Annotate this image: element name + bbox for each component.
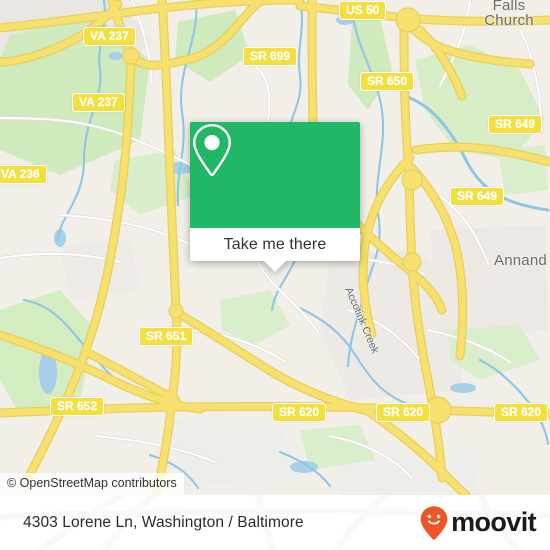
route-shield-sr-699: SR 699 xyxy=(243,47,298,66)
footer-address: 4303 Lorene Ln, Washington / Baltimore xyxy=(23,513,304,531)
route-shield-sr-650: SR 650 xyxy=(360,72,415,91)
popup-tail xyxy=(264,261,286,272)
take-me-there-button[interactable]: Take me there xyxy=(190,228,360,272)
moovit-wordmark: moovit xyxy=(451,507,537,537)
take-me-there-label: Take me there xyxy=(223,235,327,253)
map-attribution[interactable]: © OpenStreetMap contributors xyxy=(0,473,184,495)
route-shield-sr-651: SR 651 xyxy=(139,327,194,346)
place-label-falls-church: Falls Church xyxy=(484,0,534,29)
route-shield-va-237-south: VA 237 xyxy=(72,93,125,112)
map-canvas[interactable]: .mj{stroke:#f7e06e;stroke-linecap:round;… xyxy=(0,0,550,495)
moovit-logo[interactable]: moovit xyxy=(419,495,537,550)
location-pin-icon xyxy=(192,123,232,176)
moovit-map-screenshot: .mj{stroke:#f7e06e;stroke-linecap:round;… xyxy=(0,0,550,550)
route-shield-sr-620-center: SR 620 xyxy=(376,403,431,422)
route-shield-va-237-north: VA 237 xyxy=(83,27,136,46)
route-shield-va-236: VA 236 xyxy=(0,165,47,184)
route-shield-us-50: US 50 xyxy=(339,1,387,20)
footer-bar: 4303 Lorene Ln, Washington / Baltimore m… xyxy=(0,495,550,550)
moovit-smiley-pin-icon xyxy=(420,505,448,540)
route-shield-sr-649-south: SR 649 xyxy=(450,187,505,206)
place-label-annandale: Annand xyxy=(494,252,547,269)
route-shield-sr-620-west: SR 620 xyxy=(272,403,327,422)
route-shield-sr-620-east: SR 620 xyxy=(494,403,549,422)
popup-icon-area xyxy=(190,122,360,228)
route-shield-sr-652: SR 652 xyxy=(50,397,105,416)
destination-popup-card[interactable]: Take me there xyxy=(190,122,360,272)
route-shield-sr-649-north: SR 649 xyxy=(488,115,543,134)
